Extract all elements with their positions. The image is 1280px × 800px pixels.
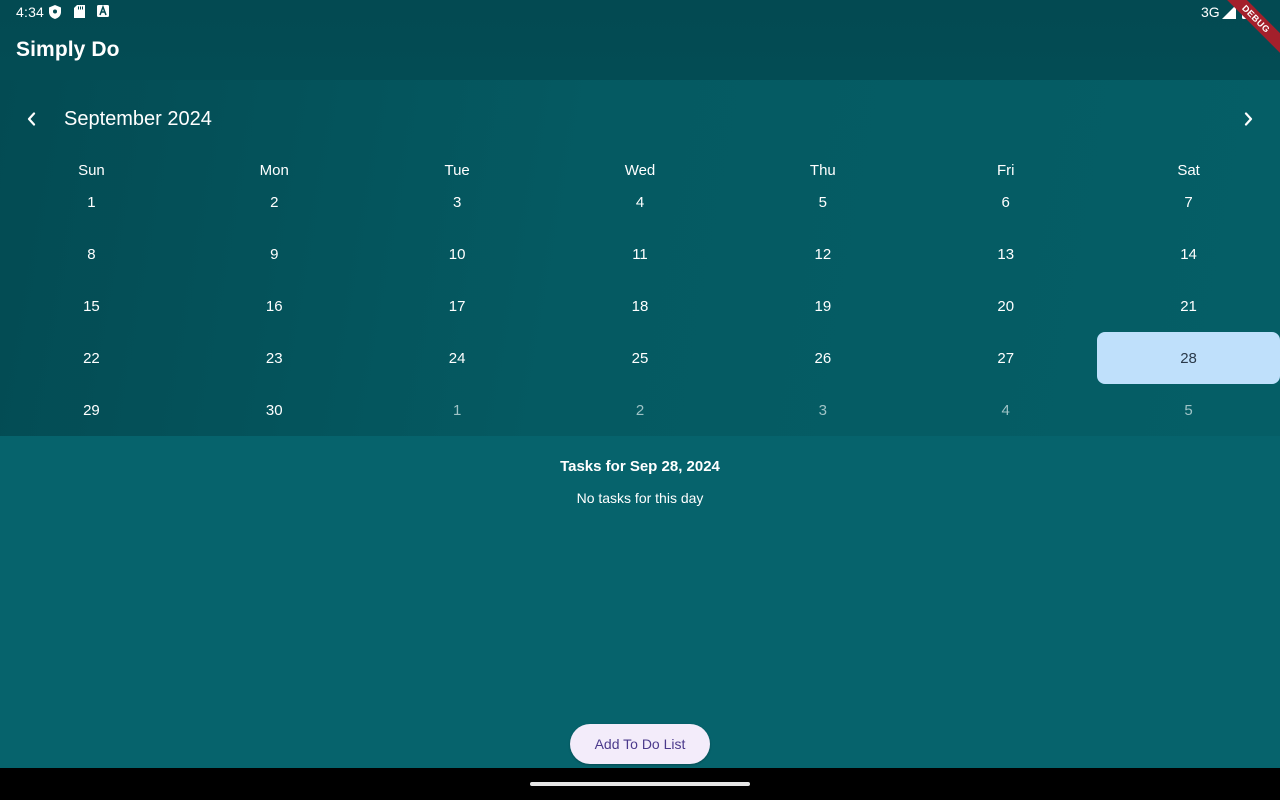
day-cell[interactable]: 2: [183, 176, 366, 228]
network-type: 3G: [1201, 4, 1220, 20]
days-grid: 1 2 3 4 5 6 7 8 9 10 11 12 13 14 15 16 17 18 19 20 21 22 23 24 2…: [0, 176, 1280, 436]
day-cell[interactable]: 5: [1097, 384, 1280, 436]
app-screen: 4:34 3G Simply Do DEBUG September 2024 S…: [0, 0, 1280, 800]
day-cell[interactable]: 9: [183, 228, 366, 280]
day-cell[interactable]: 2: [549, 384, 732, 436]
day-cell[interactable]: 17: [366, 280, 549, 332]
empty-tasks-message: No tasks for this day: [576, 490, 704, 506]
day-cell[interactable]: 27: [914, 332, 1097, 384]
sd-card-icon: [74, 5, 85, 18]
day-cell[interactable]: 7: [1097, 176, 1280, 228]
day-cell[interactable]: 3: [366, 176, 549, 228]
day-cell[interactable]: 10: [366, 228, 549, 280]
shield-icon: [49, 5, 61, 19]
day-cell[interactable]: 22: [0, 332, 183, 384]
day-cell[interactable]: 14: [1097, 228, 1280, 280]
system-nav-bar: [0, 768, 1280, 800]
day-cell[interactable]: 20: [914, 280, 1097, 332]
day-cell[interactable]: 11: [549, 228, 732, 280]
day-cell[interactable]: 1: [366, 384, 549, 436]
day-cell[interactable]: 4: [549, 176, 732, 228]
tasks-heading: Tasks for Sep 28, 2024: [560, 458, 720, 475]
day-cell[interactable]: 4: [914, 384, 1097, 436]
day-cell[interactable]: 1: [0, 176, 183, 228]
day-cell[interactable]: 25: [549, 332, 732, 384]
day-cell[interactable]: 6: [914, 176, 1097, 228]
month-label: September 2024: [64, 108, 212, 130]
status-time: 4:34: [16, 4, 45, 20]
day-cell[interactable]: 21: [1097, 280, 1280, 332]
day-cell-selected[interactable]: 28: [1097, 332, 1280, 384]
status-bar: 4:34 3G: [0, 0, 1280, 24]
calendar: September 2024 Sun Mon Tue Wed Thu Fri S…: [0, 80, 1280, 436]
day-cell[interactable]: 12: [731, 228, 914, 280]
day-cell[interactable]: 13: [914, 228, 1097, 280]
a-icon: [97, 5, 109, 17]
app-bar: 4:34 3G Simply Do DEBUG: [0, 0, 1280, 80]
chevron-right-icon: [1244, 112, 1253, 126]
next-month-button[interactable]: [1236, 107, 1260, 131]
day-cell[interactable]: 23: [183, 332, 366, 384]
day-cell[interactable]: 19: [731, 280, 914, 332]
chevron-left-icon: [27, 112, 36, 126]
add-to-do-button[interactable]: Add To Do List: [570, 724, 710, 764]
day-cell[interactable]: 3: [731, 384, 914, 436]
day-cell[interactable]: 16: [183, 280, 366, 332]
day-cell[interactable]: 29: [0, 384, 183, 436]
day-cell[interactable]: 5: [731, 176, 914, 228]
day-cell[interactable]: 26: [731, 332, 914, 384]
day-cell[interactable]: 30: [183, 384, 366, 436]
day-cell[interactable]: 18: [549, 280, 732, 332]
day-cell[interactable]: 24: [366, 332, 549, 384]
day-cell[interactable]: 8: [0, 228, 183, 280]
app-title: Simply Do: [16, 38, 120, 61]
home-handle[interactable]: [530, 782, 750, 786]
prev-month-button[interactable]: [20, 107, 44, 131]
day-cell[interactable]: 15: [0, 280, 183, 332]
